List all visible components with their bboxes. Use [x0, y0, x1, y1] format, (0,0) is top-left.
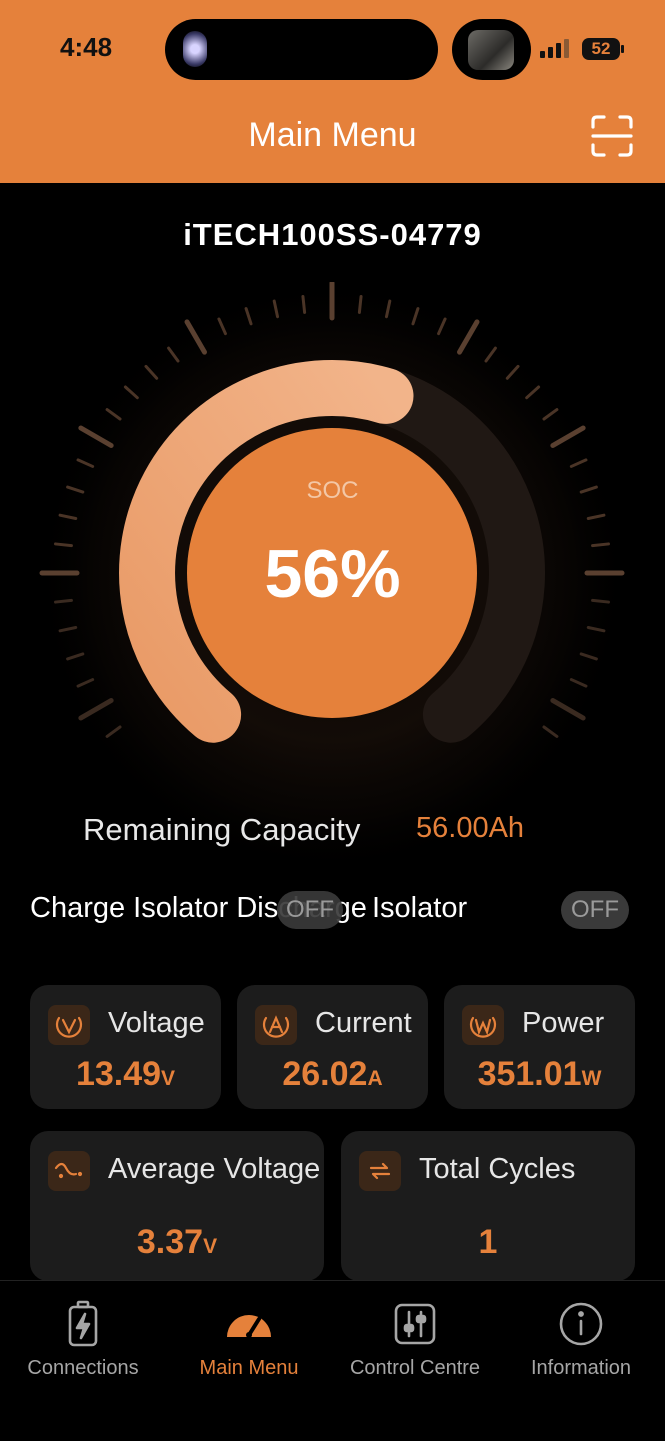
power-card: Power 351.01W — [444, 985, 635, 1109]
tab-label: Control Centre — [349, 1357, 481, 1379]
cycle-icon — [359, 1151, 401, 1191]
voltage-value: 13.49V — [75, 1055, 176, 1093]
tab-label: Connections — [27, 1357, 139, 1379]
dynamic-island — [165, 19, 438, 80]
header-bar: 4:48 52 Main Menu — [0, 0, 665, 183]
total-cycles-card: Total Cycles 1 — [341, 1131, 635, 1281]
gauge-tick — [301, 295, 307, 314]
tab-label: Main Menu — [199, 1357, 299, 1379]
soc-label: SOC — [306, 477, 359, 504]
average-voltage-value: 3.37V — [136, 1223, 218, 1261]
signal-icon — [540, 38, 576, 58]
flashlight-icon — [183, 31, 207, 67]
status-time: 4:48 — [60, 32, 113, 62]
power-icon — [462, 1005, 504, 1045]
power-label: Power — [522, 1007, 605, 1039]
discharge-isolator-toggle[interactable]: OFF — [561, 891, 629, 929]
power-value: 351.01W — [477, 1055, 602, 1093]
charge-isolator-toggle[interactable]: OFF — [277, 891, 343, 929]
tab-main-menu[interactable]: Main Menu — [166, 1299, 332, 1380]
battery-charge-icon — [68, 1300, 98, 1347]
now-playing-island — [452, 19, 531, 80]
gauge-tick — [357, 295, 363, 314]
current-card: Current 26.02A — [237, 985, 428, 1109]
bottom-tab-bar: Connections Main Menu Control Centre Inf… — [0, 1280, 665, 1441]
voltage-label: Voltage — [108, 1007, 205, 1039]
info-icon — [559, 1302, 603, 1346]
sliders-icon — [394, 1303, 436, 1345]
current-icon — [255, 1005, 297, 1045]
album-art — [468, 30, 514, 70]
soc-value: 56% — [264, 536, 401, 612]
tab-control-centre[interactable]: Control Centre — [332, 1299, 498, 1380]
average-voltage-label: Average Voltage — [108, 1153, 321, 1185]
wave-icon — [48, 1151, 90, 1191]
total-cycles-label: Total Cycles — [419, 1153, 576, 1185]
device-name: iTECH100SS-04779 — [183, 217, 482, 252]
page-title: Main Menu — [248, 116, 417, 154]
discharge-isolator-label: Isolator — [372, 892, 468, 924]
current-label: Current — [315, 1007, 412, 1039]
voltage-icon — [48, 1005, 90, 1045]
remaining-capacity-label: Remaining Capacity — [83, 812, 361, 847]
battery-indicator: 52 — [582, 38, 624, 60]
remaining-capacity-value: 56.00Ah — [416, 812, 525, 844]
current-value: 26.02A — [282, 1055, 383, 1093]
average-voltage-card: Average Voltage 3.37V — [30, 1131, 324, 1281]
voltage-card: Voltage 13.49V — [30, 985, 221, 1109]
total-cycles-value: 1 — [478, 1223, 498, 1261]
gauge-icon — [227, 1315, 271, 1338]
tab-label: Information — [530, 1357, 632, 1379]
scan-icon[interactable] — [590, 114, 634, 158]
tab-connections[interactable]: Connections — [0, 1299, 166, 1380]
tab-information[interactable]: Information — [498, 1299, 664, 1380]
